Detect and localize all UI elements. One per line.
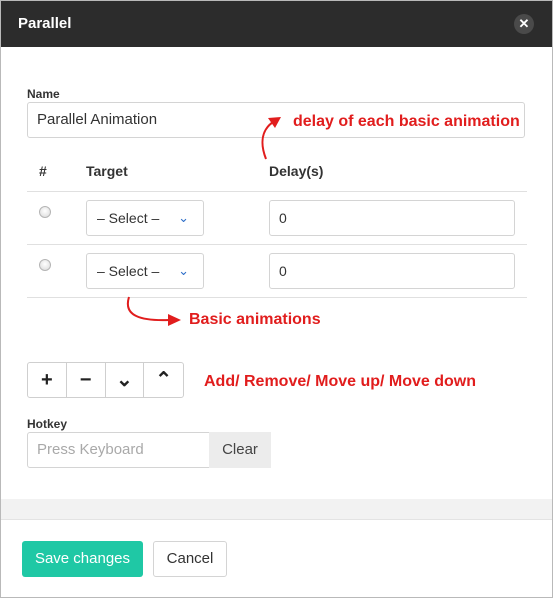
move-up-button[interactable]: ⌃ (144, 363, 183, 397)
target-select[interactable]: – Select – ⌄ (86, 200, 204, 236)
delay-annotation: delay of each basic animation (293, 113, 520, 130)
basic-animations-annotation: Basic animations (189, 311, 321, 328)
hotkey-input[interactable]: Press Keyboard (27, 432, 210, 468)
name-label: Name (27, 87, 60, 101)
table-row: – Select – ⌄ 0 (27, 245, 527, 298)
row-radio[interactable] (39, 206, 51, 218)
table-row: – Select – ⌄ 0 (27, 192, 527, 245)
cancel-button[interactable]: Cancel (153, 541, 227, 577)
save-changes-button[interactable]: Save changes (22, 541, 143, 577)
row-actions-toolbar: + − ⌄ ⌃ (27, 362, 184, 398)
delay-input[interactable]: 0 (269, 200, 515, 236)
dialog-title: Parallel (18, 15, 72, 32)
remove-row-button[interactable]: − (67, 363, 106, 397)
add-row-button[interactable]: + (28, 363, 67, 397)
chevron-down-icon: ⌄ (178, 263, 189, 278)
table-header: # Target Delay(s) (27, 150, 527, 192)
target-select[interactable]: – Select – ⌄ (86, 253, 204, 289)
delay-input[interactable]: 0 (269, 253, 515, 289)
toolbar-annotation: Add/ Remove/ Move up/ Move down (204, 373, 477, 390)
footer-separator (1, 499, 552, 519)
animations-table: # Target Delay(s) – Select – ⌄ 0 – Selec… (27, 150, 527, 298)
target-select-value: – Select – (97, 263, 160, 279)
dialog-titlebar: Parallel ✕ (1, 1, 552, 47)
row-radio[interactable] (39, 259, 51, 271)
chevron-down-icon: ⌄ (178, 210, 189, 225)
clear-hotkey-button[interactable]: Clear (209, 432, 271, 468)
move-down-button[interactable]: ⌄ (106, 363, 145, 397)
target-select-value: – Select – (97, 210, 160, 226)
column-header-target: Target (86, 163, 128, 179)
parallel-dialog: Parallel ✕ Name Parallel Animation # Tar… (0, 0, 553, 598)
close-icon[interactable]: ✕ (514, 14, 534, 34)
column-header-delay: Delay(s) (269, 163, 324, 179)
column-header-index: # (39, 163, 47, 179)
hotkey-label: Hotkey (27, 417, 68, 431)
